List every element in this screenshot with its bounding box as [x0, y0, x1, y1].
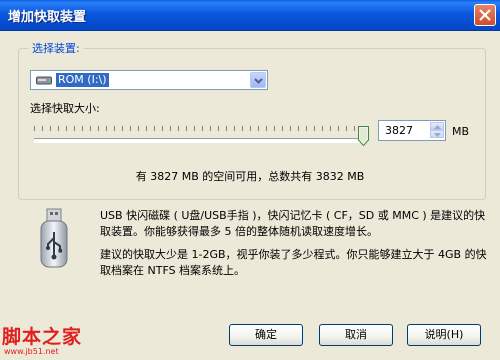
window-title: 增加快取装置 [8, 10, 87, 25]
cancel-button[interactable]: 取消 [319, 324, 393, 346]
cache-size-slider[interactable] [34, 138, 364, 143]
device-select-dropdown-button[interactable] [250, 72, 266, 88]
device-select-value: ROM (I:\) [56, 73, 109, 87]
info-text-devices: USB 快闪磁碟 ( U盘/USB手指 )，快闪记忆卡 ( CF，SD 或 MM… [100, 209, 486, 238]
drive-icon [36, 76, 52, 85]
close-button[interactable] [474, 4, 496, 26]
device-select[interactable]: ROM (I:\) [30, 70, 268, 90]
usb-drive-icon [40, 208, 68, 268]
cache-size-spinner[interactable] [430, 122, 444, 139]
cache-size-value: 3827 [385, 124, 413, 137]
spin-down-button[interactable] [430, 130, 444, 138]
title-bar[interactable]: 增加快取装置 [0, 0, 500, 31]
add-cache-dialog: 增加快取装置 选择装置: ROM (I:\) 选择快取大小: 3827 MB 有… [0, 0, 500, 360]
caret-down-icon [434, 133, 441, 137]
help-button[interactable]: 说明(H) [407, 324, 481, 346]
available-space-text: 有 3827 MB 的空间可用，总数共有 3832 MB [135, 170, 365, 183]
cache-size-unit: MB [452, 125, 470, 138]
spin-up-button[interactable] [430, 122, 444, 130]
close-icon [479, 9, 491, 21]
cache-size-label: 选择快取大小: [30, 102, 100, 115]
caret-up-icon [434, 125, 441, 129]
watermark-url: www.jb51.net [4, 347, 59, 356]
cache-size-input[interactable]: 3827 [378, 120, 446, 141]
info-text-size: 建议的快取大少是 1-2GB，视乎你装了多少程式。你只能够建立大于 4GB 的快… [100, 248, 487, 277]
watermark-title: 脚本之家 [2, 326, 83, 348]
ok-button[interactable]: 确定 [229, 324, 303, 346]
slider-thumb[interactable] [358, 126, 370, 146]
slider-ticks [34, 126, 364, 131]
device-group-label: 选择装置: [28, 40, 84, 56]
chevron-down-icon [254, 78, 263, 84]
